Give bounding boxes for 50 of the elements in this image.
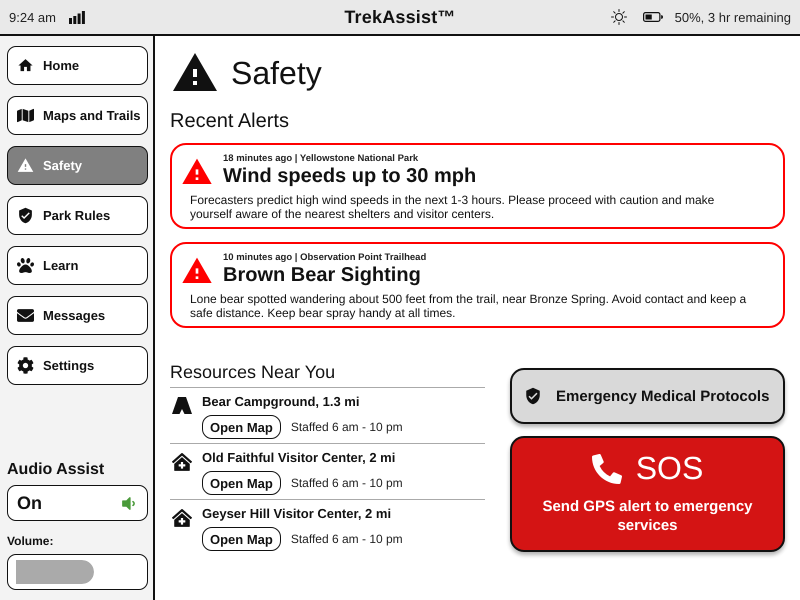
alert-title: Wind speeds up to 30 mph: [223, 164, 476, 188]
settings-icon: [17, 357, 34, 374]
nav-button[interactable]: Home: [7, 46, 148, 85]
volume-slider[interactable]: [7, 554, 148, 590]
alert-meta: 10 minutes ago | Observation Point Trailhead: [223, 252, 426, 262]
sos-label: SOS: [636, 450, 704, 487]
section-heading: Resources Near You: [170, 362, 485, 388]
audio-toggle[interactable]: On: [7, 485, 148, 521]
alert-text: Forecasters predict high wind speeds in the next 1-3 hours. Please proceed with caution and make yourself aware of the nearest shelters and visitor centers.: [190, 193, 716, 221]
clock-time: 9:24 am: [9, 10, 56, 24]
resource-name: Geyser Hill Visitor Center, 2 mi: [202, 506, 392, 521]
open-map-button[interactable]: Open Map: [202, 471, 281, 495]
alert-meta: 18 minutes ago | Yellowstone National Park: [223, 152, 420, 164]
open-map-button[interactable]: Open Map: [202, 415, 281, 439]
nav-button[interactable]: Learn: [7, 246, 148, 285]
resource-hours: Staffed 6 am - 10 pm: [290, 476, 403, 490]
map-icon: [17, 107, 34, 124]
sos-caption: Send GPS alert to emergency services: [541, 497, 754, 535]
phone-icon: [592, 454, 622, 484]
shield-check-icon: [17, 207, 34, 224]
warning-icon: [17, 157, 34, 174]
sun-icon: [610, 9, 627, 25]
resource-hours: Staffed 6 am - 10 pm: [290, 420, 403, 434]
alert-title: Brown Bear Sighting: [223, 264, 422, 286]
protocols-button[interactable]: Emergency Medical Protocols: [510, 368, 785, 424]
nav-button[interactable]: Settings: [7, 346, 148, 385]
resource-name: Old Faithful Visitor Center, 2 mi: [202, 450, 396, 465]
volume-label: Volume:: [7, 534, 54, 548]
resource-hours: Staffed 6 am - 10 pm: [290, 532, 403, 546]
sos-button[interactable]: SOS Send GPS alert to emergency services: [510, 436, 785, 552]
envelope-icon: [17, 307, 34, 324]
nav-button[interactable]: Park Rules: [7, 196, 148, 235]
shield-check-icon: [524, 387, 542, 405]
house-plus-icon: [172, 453, 192, 471]
house-plus-icon: [172, 509, 192, 527]
nav-button[interactable]: Safety: [7, 146, 148, 185]
section-heading: Recent Alerts: [170, 110, 290, 133]
resource-name: Bear Campground, 1.3 mi: [202, 394, 360, 409]
audio-assist-heading: Audio Assist: [7, 461, 106, 479]
paw-icon: [17, 257, 34, 274]
app-title: TrekAssist™: [344, 6, 456, 28]
nav-button[interactable]: Messages: [7, 296, 148, 335]
signal-icon: [68, 10, 85, 24]
tent-icon: [172, 397, 192, 414]
nav-button[interactable]: Maps and Trails: [7, 96, 148, 135]
home-icon: [17, 57, 34, 74]
open-map-button[interactable]: Open Map: [202, 527, 281, 551]
alert-text: Lone bear spotted wandering about 500 feet from the trail, near Bronze Spring. Avoid contact and keep a safe distance. Keep bear spray handy at all times.: [190, 292, 748, 320]
page-title: Safety: [231, 54, 322, 92]
battery-status: 50%, 3 hr remaining: [674, 10, 791, 24]
